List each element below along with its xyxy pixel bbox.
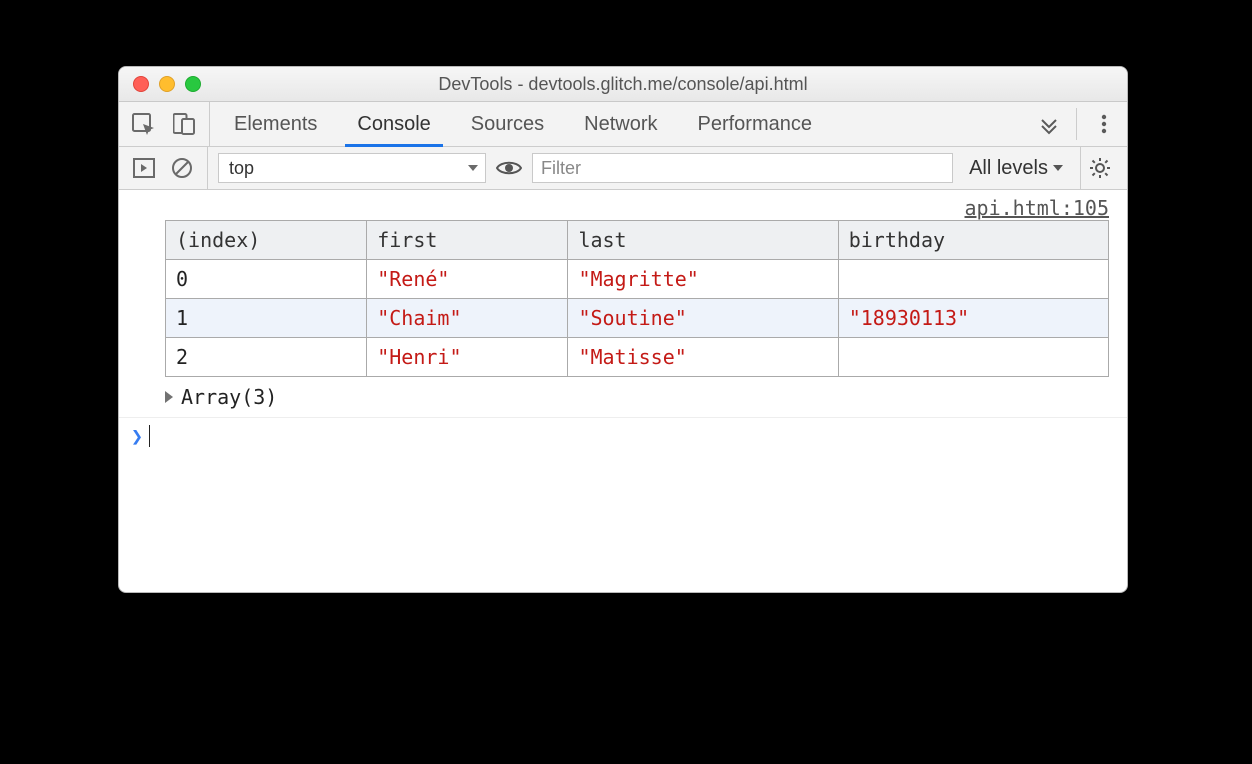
cell-last: "Magritte" xyxy=(568,260,838,299)
table-header-row: (index) first last birthday xyxy=(166,221,1109,260)
table-row: 2 "Henri" "Matisse" xyxy=(166,338,1109,377)
col-first[interactable]: first xyxy=(367,221,568,260)
cell-index: 2 xyxy=(166,338,367,377)
col-birthday[interactable]: birthday xyxy=(838,221,1108,260)
table-row: 1 "Chaim" "Soutine" "18930113" xyxy=(166,299,1109,338)
tab-elements[interactable]: Elements xyxy=(214,102,337,146)
console-body: api.html:105 (index) first last birthday… xyxy=(119,190,1127,454)
console-table: (index) first last birthday 0 "René" "Ma… xyxy=(165,220,1109,377)
cell-birthday xyxy=(838,260,1108,299)
cell-index: 1 xyxy=(166,299,367,338)
cell-last: "Matisse" xyxy=(568,338,838,377)
cell-birthday xyxy=(838,338,1108,377)
chevron-down-icon xyxy=(1052,162,1064,174)
cell-last: "Soutine" xyxy=(568,299,838,338)
inspect-element-icon[interactable] xyxy=(131,111,157,137)
console-toolbar: top All levels xyxy=(119,147,1127,190)
console-settings-icon[interactable] xyxy=(1087,155,1113,181)
expand-arrow-icon[interactable] xyxy=(165,391,173,403)
tab-performance[interactable]: Performance xyxy=(678,102,833,146)
cell-first: "René" xyxy=(367,260,568,299)
tabs-left-tools xyxy=(119,102,210,146)
cell-birthday: "18930113" xyxy=(838,299,1108,338)
log-levels-selector[interactable]: All levels xyxy=(963,157,1070,180)
execution-context-label: top xyxy=(229,158,254,179)
console-filter-input[interactable] xyxy=(532,153,953,183)
console-toolbar-left xyxy=(119,147,208,189)
source-link[interactable]: api.html:105 xyxy=(965,196,1110,220)
close-window-button[interactable] xyxy=(133,76,149,92)
devtools-window: DevTools - devtools.glitch.me/console/ap… xyxy=(118,66,1128,593)
table-row: 0 "René" "Magritte" xyxy=(166,260,1109,299)
tabs-row: Elements Console Sources Network Perform… xyxy=(119,102,1127,147)
console-toolbar-mid: top All levels xyxy=(208,147,1080,189)
execution-context-selector[interactable]: top xyxy=(218,153,486,183)
chevron-down-icon xyxy=(467,162,479,174)
tab-sources[interactable]: Sources xyxy=(451,102,564,146)
titlebar: DevTools - devtools.glitch.me/console/ap… xyxy=(119,67,1127,102)
tab-console[interactable]: Console xyxy=(337,102,450,146)
panel-tabs: Elements Console Sources Network Perform… xyxy=(210,102,1026,146)
minimize-window-button[interactable] xyxy=(159,76,175,92)
toggle-device-toolbar-icon[interactable] xyxy=(171,111,197,137)
more-tabs-button[interactable] xyxy=(1034,113,1064,135)
tabs-right-controls xyxy=(1026,102,1127,146)
col-last[interactable]: last xyxy=(568,221,838,260)
tab-network[interactable]: Network xyxy=(564,102,677,146)
window-title: DevTools - devtools.glitch.me/console/ap… xyxy=(119,74,1127,95)
text-cursor xyxy=(149,425,150,447)
col-index[interactable]: (index) xyxy=(166,221,367,260)
live-expression-icon[interactable] xyxy=(496,155,522,181)
array-summary-text: Array(3) xyxy=(181,385,277,409)
cell-first: "Chaim" xyxy=(367,299,568,338)
array-summary-line[interactable]: Array(3) xyxy=(119,377,1127,417)
traffic-lights xyxy=(119,76,201,92)
clear-console-icon[interactable] xyxy=(169,155,195,181)
cell-first: "Henri" xyxy=(367,338,568,377)
toggle-console-sidebar-icon[interactable] xyxy=(131,155,157,181)
divider xyxy=(1076,108,1077,140)
console-prompt[interactable]: ❯ xyxy=(119,417,1127,454)
cell-index: 0 xyxy=(166,260,367,299)
customize-devtools-button[interactable] xyxy=(1089,113,1119,135)
log-levels-label: All levels xyxy=(969,157,1048,180)
zoom-window-button[interactable] xyxy=(185,76,201,92)
console-toolbar-right xyxy=(1080,147,1127,189)
prompt-caret-icon: ❯ xyxy=(131,424,143,448)
